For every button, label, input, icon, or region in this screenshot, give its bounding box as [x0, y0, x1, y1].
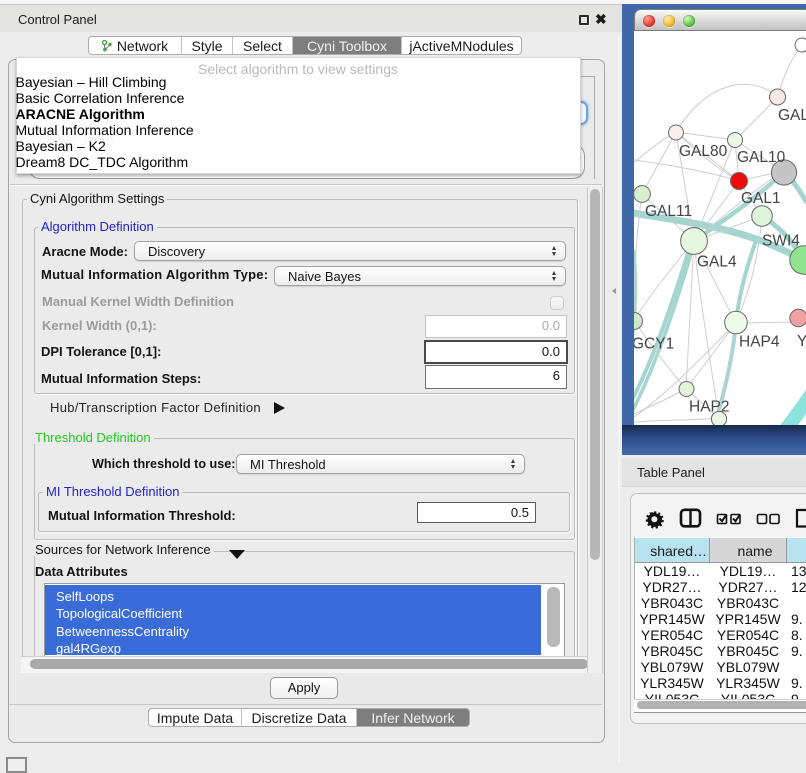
svg-text:GAL10: GAL10: [737, 149, 786, 166]
svg-text:GAL4: GAL4: [697, 254, 737, 271]
svg-text:HAP4: HAP4: [739, 334, 780, 351]
svg-text:HAP2: HAP2: [689, 399, 730, 416]
svg-text:GCY1: GCY1: [634, 336, 674, 353]
svg-text:YB: YB: [797, 333, 806, 350]
svg-text:GAL1: GAL1: [741, 190, 781, 207]
svg-text:SWI4: SWI4: [762, 233, 800, 250]
svg-text:GAL11: GAL11: [645, 203, 692, 220]
svg-text:GAL2: GAL2: [778, 107, 806, 124]
svg-text:GAL80: GAL80: [679, 143, 728, 160]
